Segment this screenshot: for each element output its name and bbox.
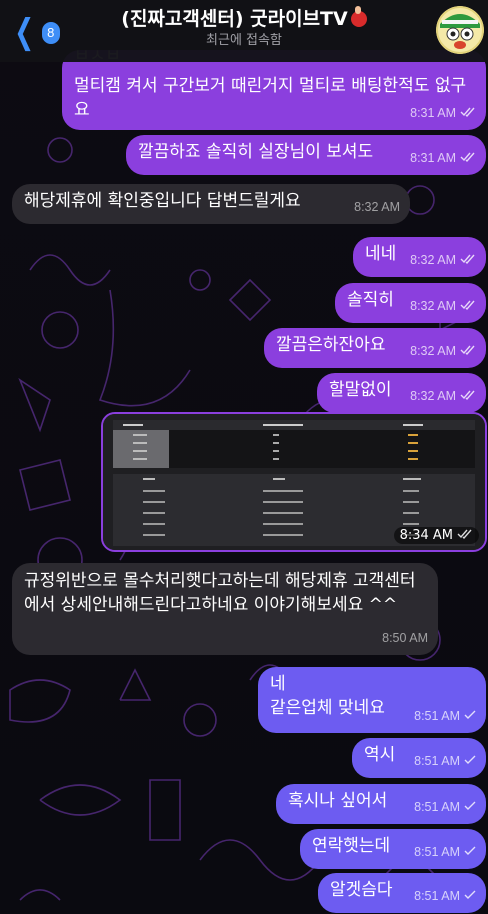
- chat-title-area[interactable]: (진짜고객센터) 굿라이브TV 최근에 접속함: [70, 6, 418, 50]
- contact-avatar[interactable]: [436, 6, 484, 54]
- message-bubble-outgoing[interactable]: 알겟슴다 8:51 AM: [318, 873, 486, 913]
- message-bubble-outgoing[interactable]: 솔직히 8:32 AM: [335, 283, 486, 323]
- message-bubble-outgoing[interactable]: 혹시나 싶어서 8:51 AM: [276, 784, 486, 824]
- cartoon-avatar-icon: [436, 6, 484, 54]
- message-time: 8:32 AM: [410, 344, 456, 358]
- message-time: 8:51 AM: [414, 889, 460, 903]
- message-time: 8:51 AM: [414, 709, 460, 723]
- image-message[interactable]: 8:34 AM: [101, 412, 487, 552]
- message-time: 8:31 AM: [410, 151, 456, 165]
- message-bubble-outgoing[interactable]: 할말없이 8:32 AM: [317, 373, 486, 413]
- message-bubble-outgoing[interactable]: 깔끔은하잔아요 8:32 AM: [264, 328, 486, 368]
- message-time: 8:31 AM: [410, 106, 456, 120]
- message-bubble-outgoing[interactable]: 깔끔하죠 솔직히 실장님이 보셔도 8:31 AM: [126, 135, 486, 175]
- double-check-icon: [460, 248, 476, 272]
- message-bubble-outgoing[interactable]: 역시 8:51 AM: [352, 738, 486, 778]
- message-time: 8:34 AM: [399, 528, 453, 543]
- chat-title: (진짜고객센터) 굿라이브TV: [121, 8, 348, 30]
- message-text: 해당제휴에 확인중입니다 답변드릴게요: [24, 191, 301, 211]
- message-bubble-outgoing[interactable]: 연락햇는데 8:51 AM: [300, 829, 486, 869]
- message-bubble-outgoing[interactable]: 네네 8:32 AM: [353, 237, 486, 277]
- single-check-icon: [464, 840, 476, 864]
- thumbs-down-emoji-icon: [350, 6, 367, 27]
- message-text: 혹시나 싶어서: [288, 791, 388, 811]
- message-text: 솔직히: [347, 290, 394, 310]
- last-seen-status: 최근에 접속함: [206, 33, 282, 48]
- single-check-icon: [464, 795, 476, 819]
- message-text: 할말없이: [329, 380, 392, 400]
- message-time: 8:51 AM: [414, 800, 460, 814]
- message-time: 8:32 AM: [410, 299, 456, 313]
- chevron-left-icon: ❮: [14, 12, 35, 52]
- message-text: 깔끔하죠 솔직히 실장님이 보셔도: [138, 142, 374, 162]
- message-text: 깔끔은하잔아요: [276, 335, 386, 355]
- single-check-icon: [464, 749, 476, 773]
- double-check-icon: [460, 146, 476, 170]
- message-time: 8:50 AM: [382, 631, 428, 645]
- single-check-icon: [464, 884, 476, 908]
- double-check-icon: [460, 101, 476, 125]
- chat-header: ❮ 8 (진짜고객센터) 굿라이브TV 최근에 접속함: [0, 0, 488, 62]
- message-time: 8:32 AM: [354, 200, 400, 214]
- message-bubble-incoming[interactable]: 규정위반으로 몰수처리햇다고하는데 해당제휴 고객센터에서 상세안내해드린다고하…: [12, 563, 438, 655]
- message-bubble-incoming[interactable]: 해당제휴에 확인중입니다 답변드릴게요 8:32 AM: [12, 184, 410, 224]
- message-time: 8:51 AM: [414, 845, 460, 859]
- double-check-icon: [460, 294, 476, 318]
- unread-count-badge: 8: [41, 22, 60, 44]
- message-time: 8:51 AM: [414, 754, 460, 768]
- message-text: 알겟슴다: [330, 880, 393, 900]
- message-time: 8:32 AM: [410, 389, 456, 403]
- double-check-icon: [460, 339, 476, 363]
- message-bubble-outgoing[interactable]: 멀티캠 켜서 구간보거 때린거지 멀티로 배팅한적도 없구요 8:31 AM ㅂ…: [62, 46, 486, 130]
- message-time: 8:32 AM: [410, 253, 456, 267]
- back-button[interactable]: ❮ 8: [10, 12, 60, 52]
- double-check-icon: [460, 384, 476, 408]
- message-text: 규정위반으로 몰수처리햇다고하는데 해당제휴 고객센터에서 상세안내해드린다고하…: [24, 571, 416, 615]
- double-check-icon: [457, 528, 473, 543]
- single-check-icon: [464, 704, 476, 728]
- message-text: 연락햇는데: [312, 836, 391, 856]
- message-text: 네네: [365, 244, 397, 264]
- message-text: 역시: [364, 745, 396, 765]
- message-bubble-outgoing[interactable]: 네 같은업체 맞네요 8:51 AM: [258, 667, 486, 733]
